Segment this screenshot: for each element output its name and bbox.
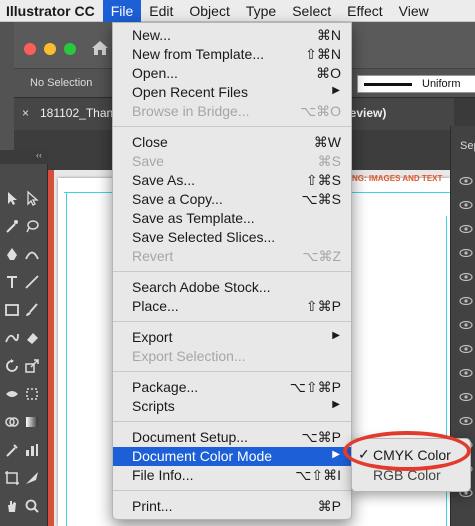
- hand-tool-icon[interactable]: [4, 498, 20, 514]
- tools-panel: ‹‹: [0, 150, 48, 526]
- artboard-tool-icon[interactable]: [4, 470, 20, 486]
- rectangle-tool-icon[interactable]: [4, 302, 20, 318]
- scale-tool-icon[interactable]: [24, 358, 40, 374]
- menu-item-browse-in-bridge: Browse in Bridge... ⌥⌘O: [132, 103, 341, 119]
- menu-item-document-color-mode[interactable]: Document Color Mode ▶: [113, 447, 351, 466]
- eye-icon[interactable]: [459, 224, 473, 234]
- eye-icon[interactable]: [459, 272, 473, 282]
- home-icon[interactable]: [89, 37, 111, 59]
- menu-item-place[interactable]: Place... ⇧⌘P: [113, 297, 351, 316]
- eye-icon[interactable]: [459, 368, 473, 378]
- close-window-icon[interactable]: [24, 43, 36, 55]
- menu-item-save-selected-slices[interactable]: Save Selected Slices...: [113, 228, 351, 247]
- stroke-profile-dropdown[interactable]: Uniform: [357, 75, 475, 93]
- curvature-tool-icon[interactable]: [24, 246, 40, 262]
- menu-view[interactable]: View: [391, 0, 437, 22]
- menu-separator: [113, 421, 351, 422]
- eye-icon[interactable]: [459, 416, 473, 426]
- type-tool-icon[interactable]: [4, 274, 20, 290]
- zoom-window-icon[interactable]: [64, 43, 76, 55]
- eye-icon[interactable]: [459, 176, 473, 186]
- menu-separator: [113, 490, 351, 491]
- menu-item-export[interactable]: Export ▶: [113, 328, 351, 347]
- menu-item-close[interactable]: Close ⌘W: [113, 133, 351, 152]
- eyedropper-tool-icon[interactable]: [4, 442, 20, 458]
- zoom-tool-icon[interactable]: [24, 498, 40, 514]
- tools-panel-header[interactable]: ‹‹: [0, 150, 48, 164]
- separations-panel-title[interactable]: Sep: [460, 140, 475, 152]
- selection-tool-icon[interactable]: [4, 190, 20, 206]
- menu-file[interactable]: File: [102, 0, 142, 22]
- menu-item-open[interactable]: Open... ⌘O: [113, 64, 351, 83]
- menu-edit[interactable]: Edit: [141, 0, 181, 22]
- menu-item-print[interactable]: Print... ⌘P: [113, 497, 351, 516]
- submenu-arrow-icon: ▶: [332, 449, 340, 460]
- menu-separator: [113, 371, 351, 372]
- magic-wand-tool-icon[interactable]: [4, 218, 20, 234]
- canvas-edge-strip: [48, 170, 54, 526]
- selection-status: No Selection: [30, 77, 93, 89]
- rotate-tool-icon[interactable]: [4, 358, 20, 374]
- annotation-ellipse: [343, 431, 471, 471]
- minimize-window-icon[interactable]: [44, 43, 56, 55]
- menu-object[interactable]: Object: [181, 0, 237, 22]
- menu-item-new-from-template[interactable]: New from Template... ⇧⌘N: [113, 45, 351, 64]
- graph-tool-icon[interactable]: [24, 442, 40, 458]
- eye-icon[interactable]: [459, 248, 473, 258]
- menu-item-export-selection: Export Selection...: [132, 348, 246, 364]
- width-tool-icon[interactable]: [4, 386, 20, 402]
- menu-item-open-recent-files[interactable]: Open Recent Files ▶: [113, 83, 351, 102]
- lasso-tool-icon[interactable]: [24, 218, 40, 234]
- stroke-line-preview: [364, 83, 412, 86]
- free-transform-tool-icon[interactable]: [24, 386, 40, 402]
- shaper-tool-icon[interactable]: [4, 330, 20, 346]
- submenu-arrow-icon: ▶: [332, 399, 340, 410]
- direct-selection-tool-icon[interactable]: [24, 190, 40, 206]
- eye-icon[interactable]: [459, 320, 473, 330]
- guide-vertical-left: [66, 192, 67, 526]
- stroke-profile-label: Uniform: [422, 78, 461, 90]
- artboard-heading-text: NG: IMAGES AND TEXT: [352, 174, 443, 183]
- menu-item-scripts[interactable]: Scripts ▶: [113, 397, 351, 416]
- submenu-arrow-icon: ▶: [332, 85, 340, 96]
- menu-effect[interactable]: Effect: [339, 0, 391, 22]
- menu-item-document-setup[interactable]: Document Setup... ⌥⌘P: [113, 428, 351, 447]
- menu-separator: [113, 321, 351, 322]
- menu-separator: [113, 126, 351, 127]
- shape-builder-tool-icon[interactable]: [4, 414, 20, 430]
- submenu-arrow-icon: ▶: [332, 330, 340, 341]
- menu-item-search-adobe-stock[interactable]: Search Adobe Stock...: [113, 278, 351, 297]
- eraser-tool-icon[interactable]: [24, 330, 40, 346]
- menu-item-save-as-template[interactable]: Save as Template...: [113, 209, 351, 228]
- menu-item-file-info[interactable]: File Info... ⌥⇧⌘I: [113, 466, 351, 485]
- menu-type[interactable]: Type: [238, 0, 284, 22]
- menu-bar: Illustrator CC File Edit Object Type Sel…: [0, 0, 475, 22]
- menu-item-save-a-copy[interactable]: Save a Copy... ⌥⌘S: [113, 190, 351, 209]
- menu-item-revert: Revert ⌥⌘Z: [132, 248, 341, 264]
- menu-separator: [113, 271, 351, 272]
- eye-icon[interactable]: [459, 296, 473, 306]
- close-tab-icon[interactable]: ×: [22, 106, 29, 120]
- menu-item-new[interactable]: New... ⌘N: [113, 26, 351, 45]
- menu-item-save-as[interactable]: Save As... ⇧⌘S: [113, 171, 351, 190]
- menu-item-save: Save ⌘S: [132, 153, 341, 169]
- app-name[interactable]: Illustrator CC: [0, 3, 103, 19]
- menu-select[interactable]: Select: [284, 0, 339, 22]
- menu-item-package[interactable]: Package... ⌥⇧⌘P: [113, 378, 351, 397]
- gradient-tool-icon[interactable]: [24, 414, 40, 430]
- collapse-icon[interactable]: ‹‹: [36, 150, 42, 160]
- eye-icon[interactable]: [459, 392, 473, 402]
- eye-icon[interactable]: [459, 344, 473, 354]
- slice-tool-icon[interactable]: [24, 470, 40, 486]
- eye-icon[interactable]: [459, 200, 473, 210]
- pen-tool-icon[interactable]: [4, 246, 20, 262]
- document-tab-title: 181102_Than: [40, 106, 114, 120]
- paintbrush-tool-icon[interactable]: [24, 302, 40, 318]
- file-menu: New... ⌘N New from Template... ⇧⌘N Open...…: [112, 22, 352, 520]
- line-tool-icon[interactable]: [24, 274, 40, 290]
